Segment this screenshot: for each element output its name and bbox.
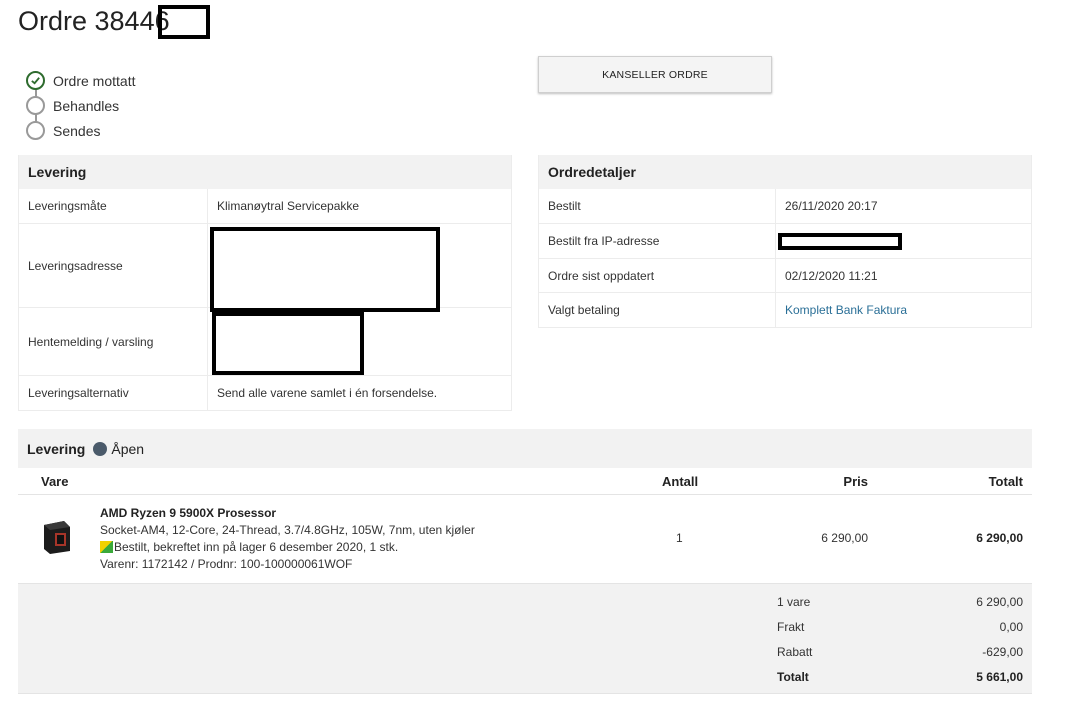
- step-behandles: Behandles: [26, 93, 135, 118]
- summary-row: Rabatt -629,00: [18, 645, 1032, 670]
- row-value: 02/12/2020 11:21: [785, 268, 878, 283]
- row-key: Leveringsadresse: [19, 224, 208, 307]
- check-circle-icon: [26, 71, 45, 90]
- summary-label: Totalt: [777, 670, 809, 684]
- row-value: Klimanøytral Servicepakke: [217, 199, 360, 213]
- col-item: Vare: [41, 474, 69, 489]
- redaction-box: [778, 233, 902, 250]
- delivery-panel: Levering Leveringsmåte Klimanøytral Serv…: [18, 155, 512, 411]
- redaction-box: [158, 5, 210, 39]
- shipment-header: Levering Åpen: [18, 429, 1032, 468]
- details-row: Bestilt 26/11/2020 20:17: [539, 189, 1031, 224]
- empty-circle-icon: [26, 121, 45, 140]
- status-dot-icon: [93, 441, 108, 456]
- row-value: [208, 224, 440, 312]
- product-image[interactable]: [40, 519, 72, 555]
- redaction-box: [210, 227, 440, 312]
- summary-value: -629,00: [982, 645, 1023, 659]
- cancel-order-button[interactable]: KANSELLER ORDRE: [538, 56, 772, 93]
- col-price: Pris: [843, 474, 868, 489]
- item-qty: 1: [676, 531, 683, 545]
- summary-value: 0,00: [999, 620, 1023, 634]
- row-key: Ordre sist oppdatert: [539, 259, 776, 292]
- col-qty: Antall: [662, 474, 699, 489]
- shipment-title: Levering: [27, 440, 86, 457]
- payment-method-link[interactable]: Komplett Bank Faktura: [785, 303, 907, 317]
- stock-text: Bestilt, bekreftet inn på lager 6 desemb…: [114, 540, 399, 554]
- summary-value: 6 290,00: [976, 595, 1023, 609]
- details-row: Valgt betaling Komplett Bank Faktura: [539, 293, 1031, 327]
- summary-label: Rabatt: [777, 645, 813, 659]
- row-key: Bestilt fra IP-adresse: [539, 224, 776, 258]
- delivery-row: Leveringsalternativ Send alle varene sam…: [19, 376, 511, 410]
- item-total: 6 290,00: [976, 531, 1023, 545]
- delivery-row: Leveringsadresse: [19, 224, 511, 312]
- row-key: Leveringsmåte: [19, 189, 208, 223]
- redaction-box: [212, 312, 364, 375]
- step-label: Behandles: [53, 97, 120, 114]
- row-key: Valgt betaling: [539, 293, 776, 327]
- row-value: [208, 308, 364, 375]
- panel-title: Levering: [19, 155, 511, 189]
- row-value: 26/11/2020 20:17: [785, 199, 878, 213]
- panel-title: Ordredetaljer: [539, 155, 1031, 189]
- step-label: Ordre mottatt: [53, 72, 136, 89]
- summary-value: 5 661,00: [976, 670, 1023, 684]
- product-info: AMD Ryzen 9 5900X Prosessor Socket-AM4, …: [100, 505, 475, 573]
- details-row: Bestilt fra IP-adresse: [539, 224, 1031, 259]
- summary-label: 1 vare: [777, 595, 811, 609]
- product-ids: Varenr: 1172142 / Prodnr: 100-100000061W…: [100, 557, 353, 571]
- empty-circle-icon: [26, 96, 45, 115]
- row-value: [776, 224, 902, 258]
- page-title: Ordre 38446: [18, 6, 170, 36]
- details-row: Ordre sist oppdatert 02/12/2020 11:21: [539, 259, 1031, 293]
- shipment-section: Levering Åpen Vare Antall Pris Totalt AM…: [18, 429, 1032, 694]
- order-status-steps: Ordre mottatt Behandles Sendes: [26, 68, 135, 143]
- summary-row: 1 vare 6 290,00: [18, 595, 1032, 620]
- item-price: 6 290,00: [821, 531, 868, 545]
- col-total: Totalt: [988, 474, 1023, 489]
- row-value: Komplett Bank Faktura: [776, 293, 907, 327]
- step-label: Sendes: [53, 122, 101, 139]
- product-name[interactable]: AMD Ryzen 9 5900X Prosessor: [100, 505, 475, 522]
- summary-row: Frakt 0,00: [18, 620, 1032, 645]
- row-value: Send alle varene samlet i én forsendelse…: [217, 386, 438, 400]
- delivery-row: Leveringsmåte Klimanøytral Servicepakke: [19, 189, 511, 224]
- table-row: AMD Ryzen 9 5900X Prosessor Socket-AM4, …: [18, 495, 1032, 584]
- order-summary: 1 vare 6 290,00 Frakt 0,00 Rabatt -629,0…: [18, 584, 1032, 694]
- table-header: Vare Antall Pris Totalt: [18, 468, 1032, 495]
- shipment-status: Åpen: [111, 440, 145, 457]
- stock-status: Bestilt, bekreftet inn på lager 6 desemb…: [100, 539, 475, 556]
- step-ordre-mottatt: Ordre mottatt: [26, 68, 135, 93]
- summary-label: Frakt: [777, 620, 805, 634]
- stock-status-icon: [100, 541, 113, 553]
- delivery-row: Hentemelding / varsling: [19, 308, 511, 376]
- row-key: Bestilt: [539, 189, 776, 223]
- order-details-panel: Ordredetaljer Bestilt 26/11/2020 20:17 B…: [538, 155, 1032, 328]
- row-key: Hentemelding / varsling: [19, 308, 208, 375]
- product-specs: Socket-AM4, 12-Core, 24-Thread, 3.7/4.8G…: [100, 523, 475, 537]
- row-key: Leveringsalternativ: [19, 376, 208, 410]
- step-sendes: Sendes: [26, 118, 135, 143]
- summary-total-row: Totalt 5 661,00: [18, 670, 1032, 695]
